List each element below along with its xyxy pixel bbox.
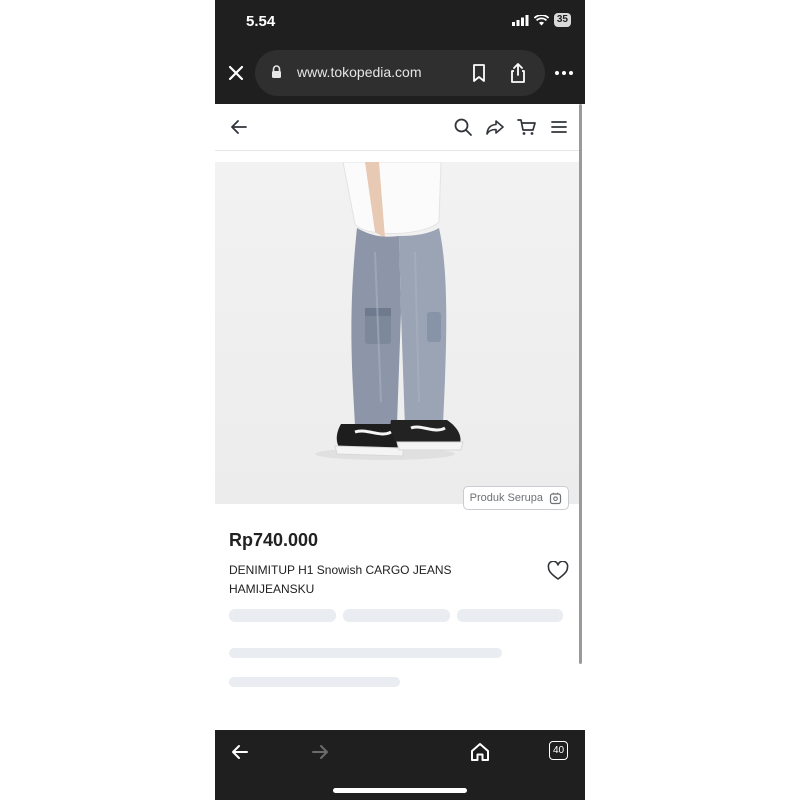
scrollbar[interactable]	[579, 104, 582, 664]
signal-icon	[511, 14, 529, 26]
skeleton-chip-2	[343, 609, 450, 622]
battery-indicator: 35	[553, 13, 571, 27]
arrow-right-icon[interactable]	[308, 740, 332, 764]
status-icons: 35	[511, 13, 571, 27]
product-price: Rp740.000	[229, 530, 319, 550]
heart-icon[interactable]	[547, 561, 569, 581]
skeleton-line-2	[229, 677, 400, 687]
more-icon[interactable]	[553, 62, 575, 84]
share-icon[interactable]	[509, 62, 527, 84]
tabs-icon[interactable]: 40	[549, 741, 568, 760]
address-bar[interactable]: www.tokopedia.com	[255, 50, 545, 96]
product-photo	[315, 161, 464, 460]
similar-products-button[interactable]: Produk Serupa	[462, 486, 569, 510]
product-image[interactable]: Produk Serupa	[215, 161, 579, 510]
share-arrow-icon[interactable]	[485, 117, 505, 137]
product-title: DENIMITUP H1 Snowish CARGO JEANS HAMIJEA…	[229, 563, 452, 596]
home-indicator[interactable]	[333, 788, 467, 793]
arrow-left-icon[interactable]	[229, 117, 249, 137]
home-icon[interactable]	[468, 740, 492, 764]
skeleton-chip-3	[457, 609, 563, 622]
url-text: www.tokopedia.com	[297, 64, 422, 80]
lock-icon	[272, 65, 281, 78]
app-header	[215, 104, 581, 151]
status-bar: 5.54 35	[215, 0, 585, 44]
phone-screen: 5.54 35 www.tokopedia.com Produk Serupa …	[215, 0, 585, 800]
similar-products-icon	[549, 492, 562, 504]
hamburger-icon[interactable]	[549, 117, 569, 137]
skeleton-line-1	[229, 648, 502, 658]
status-time: 5.54	[246, 13, 276, 30]
search-icon[interactable]	[453, 117, 473, 137]
wifi-icon	[533, 14, 549, 25]
similar-products-label: Produk Serupa	[469, 492, 543, 504]
skeleton-chip-1	[229, 609, 336, 622]
browser-bottom-bar: 40	[215, 730, 585, 800]
cart-icon[interactable]	[517, 117, 537, 137]
close-icon[interactable]	[225, 62, 247, 84]
arrow-left-icon[interactable]	[228, 740, 252, 764]
bookmark-icon[interactable]	[471, 63, 487, 83]
browser-toolbar: www.tokopedia.com	[215, 44, 585, 104]
